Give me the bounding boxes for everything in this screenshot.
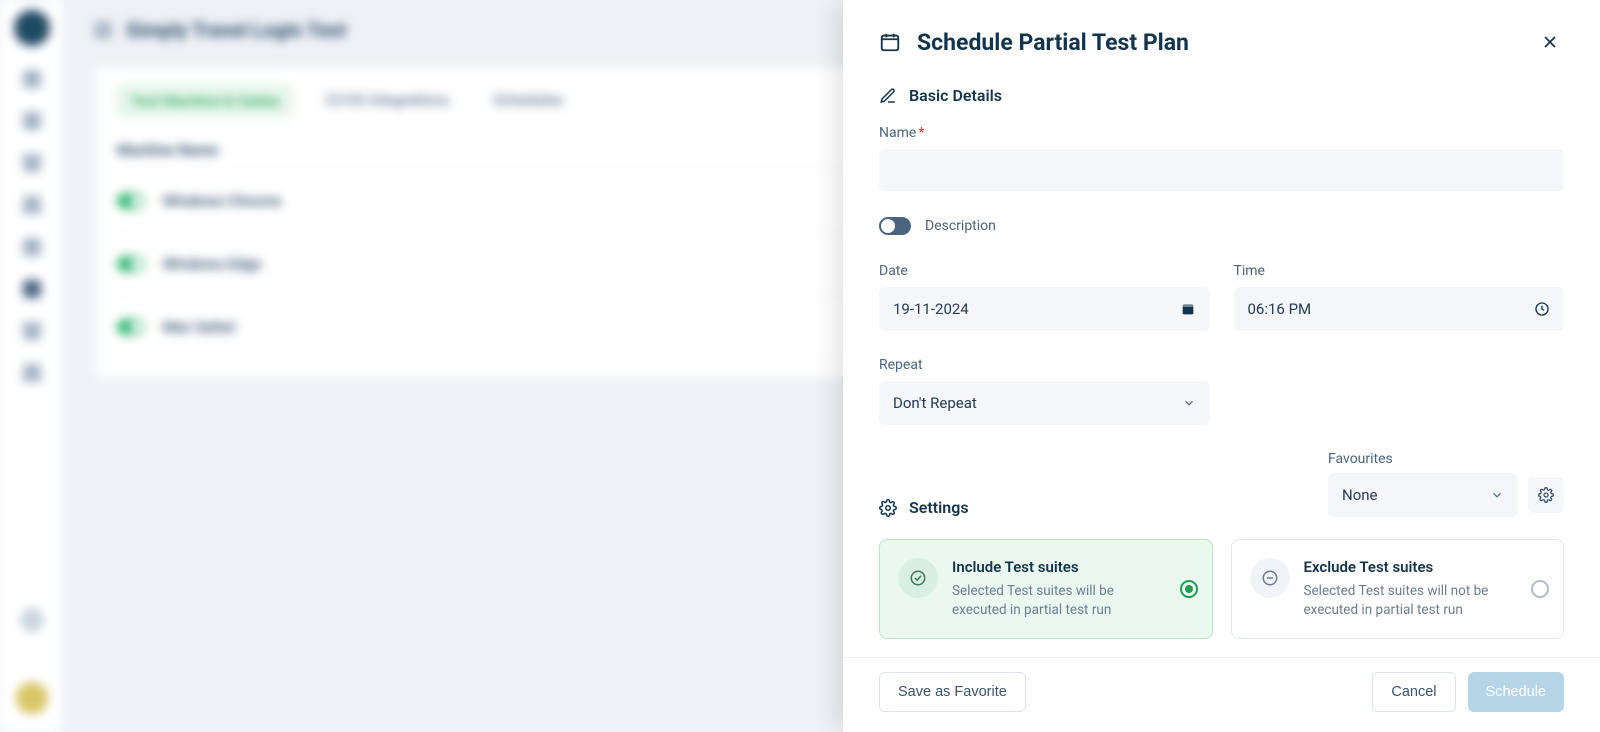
- favourites-value: None: [1342, 486, 1378, 504]
- include-desc: Selected Test suites will be executed in…: [952, 582, 1194, 620]
- date-label: Date: [879, 263, 1210, 279]
- basic-details-section: Basic Details: [879, 86, 1564, 105]
- favourites-settings-button[interactable]: [1528, 477, 1564, 513]
- include-radio: [1180, 580, 1198, 598]
- calendar-icon: [879, 31, 901, 53]
- repeat-value: Don't Repeat: [893, 394, 977, 412]
- repeat-select[interactable]: Don't Repeat: [879, 381, 1210, 425]
- edit-icon: [879, 87, 897, 105]
- exclude-radio: [1531, 580, 1549, 598]
- time-input[interactable]: 06:16 PM: [1234, 287, 1565, 331]
- settings-label: Settings: [909, 498, 969, 517]
- section-label: Basic Details: [909, 86, 1002, 105]
- description-toggle[interactable]: [879, 217, 911, 235]
- close-button[interactable]: [1536, 28, 1564, 56]
- save-favorite-button[interactable]: Save as Favorite: [879, 672, 1026, 712]
- gear-icon: [879, 499, 897, 517]
- schedule-panel: Schedule Partial Test Plan Basic Details…: [843, 0, 1600, 732]
- favourites-label: Favourites: [1328, 451, 1564, 467]
- cancel-button[interactable]: Cancel: [1372, 672, 1455, 712]
- time-value: 06:16 PM: [1248, 300, 1312, 318]
- schedule-button[interactable]: Schedule: [1468, 672, 1564, 712]
- repeat-label: Repeat: [879, 357, 1210, 373]
- name-label: Name*: [879, 125, 1564, 141]
- name-input[interactable]: [879, 149, 1564, 191]
- exclude-testsuites-card[interactable]: Exclude Test suites Selected Test suites…: [1231, 539, 1565, 639]
- close-icon: [1540, 32, 1560, 52]
- calendar-picker-icon: [1180, 301, 1196, 317]
- gear-icon: [1538, 487, 1554, 503]
- exclude-desc: Selected Test suites will not be execute…: [1304, 582, 1546, 620]
- panel-footer: Save as Favorite Cancel Schedule: [843, 657, 1600, 732]
- exclude-title: Exclude Test suites: [1304, 558, 1546, 576]
- clock-icon: [1534, 301, 1550, 317]
- favourites-select[interactable]: None: [1328, 473, 1518, 517]
- panel-title: Schedule Partial Test Plan: [917, 29, 1520, 56]
- chevron-down-icon: [1490, 488, 1504, 502]
- exclude-icon: [1250, 558, 1290, 598]
- include-icon: [898, 558, 938, 598]
- chevron-down-icon: [1182, 396, 1196, 410]
- time-label: Time: [1234, 263, 1565, 279]
- date-input[interactable]: 19-11-2024: [879, 287, 1210, 331]
- description-label: Description: [925, 218, 996, 234]
- date-value: 19-11-2024: [893, 300, 969, 318]
- include-title: Include Test suites: [952, 558, 1194, 576]
- include-testsuites-card[interactable]: Include Test suites Selected Test suites…: [879, 539, 1213, 639]
